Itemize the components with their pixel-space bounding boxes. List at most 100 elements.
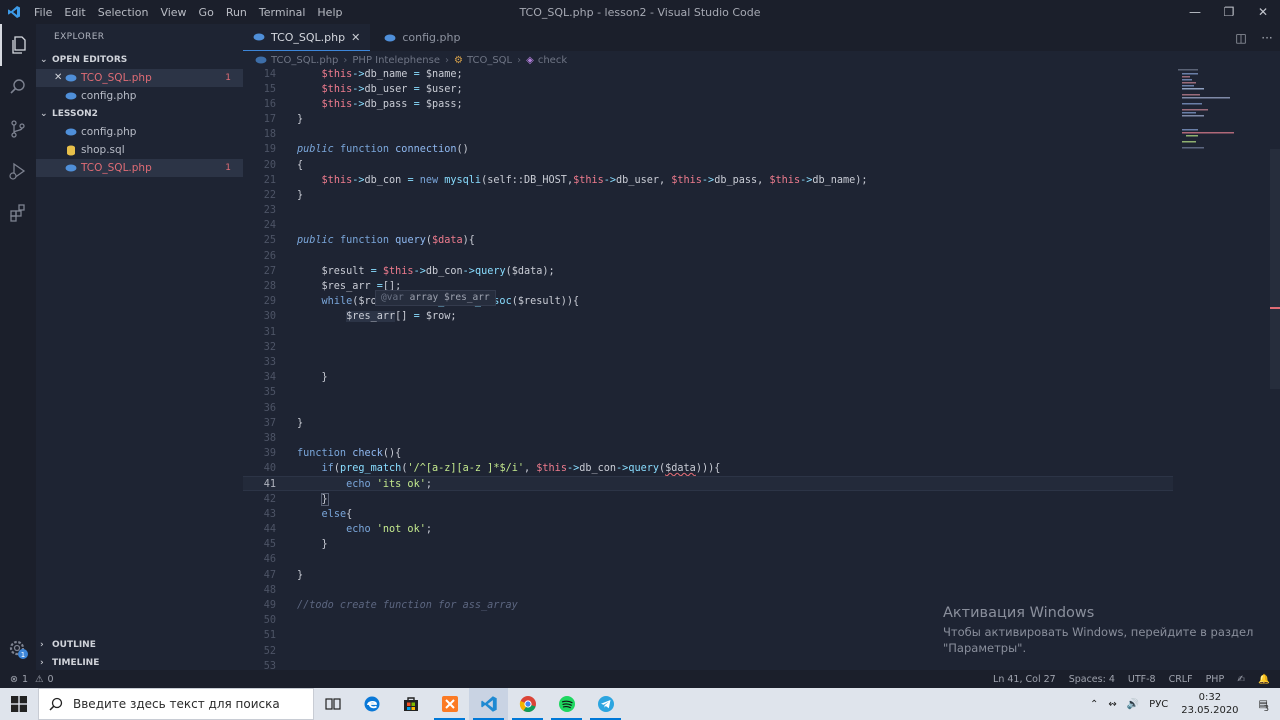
menu-file[interactable]: File	[28, 6, 58, 19]
breadcrumb-separator: ›	[444, 54, 449, 66]
task-view-icon[interactable]	[314, 688, 352, 720]
vertical-scrollbar[interactable]	[1270, 69, 1280, 670]
cursor-position[interactable]: Ln 41, Col 27	[993, 674, 1056, 685]
start-button[interactable]	[0, 688, 38, 720]
more-actions-icon[interactable]: ···	[1254, 31, 1280, 45]
line-number: 35	[263, 387, 276, 398]
minimize-icon[interactable]: —	[1178, 0, 1212, 24]
network-icon[interactable]: ↭	[1103, 699, 1121, 710]
code-text: function check(){	[297, 448, 402, 459]
windows-taskbar: Введите здесь текст для поиска ⌃ ↭ 🔊 РУС…	[0, 688, 1280, 720]
file-item-config[interactable]: config.php	[36, 123, 243, 141]
line-number: 36	[263, 403, 276, 414]
php-icon	[253, 33, 265, 41]
line-number: 24	[263, 220, 276, 231]
open-editors-header[interactable]: ⌄ OPEN EDITORS	[36, 51, 243, 69]
line-number: 41	[263, 479, 276, 490]
notifications-bell-icon[interactable]: 🔔	[1258, 674, 1270, 685]
tab-tco-sql[interactable]: TCO_SQL.php ✕	[243, 24, 371, 51]
minimap[interactable]	[1178, 69, 1272, 670]
breadcrumb-method[interactable]: ◈ check	[526, 55, 567, 66]
outline-header[interactable]: › OUTLINE	[36, 636, 243, 654]
explorer-icon[interactable]	[0, 24, 36, 66]
edge-browser-icon[interactable]	[352, 688, 391, 720]
input-language[interactable]: РУС	[1144, 699, 1173, 710]
menu-bar: File Edit Selection View Go Run Terminal…	[28, 6, 348, 19]
open-editor-item-tco-sql[interactable]: ✕ TCO_SQL.php 1	[36, 69, 243, 87]
code-text: if(preg_match('/^[a-z][a-z ]*$/i', $this…	[321, 463, 721, 474]
xampp-icon[interactable]	[430, 688, 469, 720]
line-number: 16	[263, 99, 276, 110]
settings-gear-icon[interactable]: 1	[0, 628, 36, 670]
vscode-taskbar-icon[interactable]	[469, 688, 508, 720]
search-icon[interactable]	[0, 66, 36, 108]
code-line: 53	[243, 659, 1173, 670]
code-line: 15 $this->db_user = $user;	[243, 82, 1173, 97]
language-mode[interactable]: PHP	[1206, 674, 1225, 685]
scrollbar-thumb[interactable]	[1270, 149, 1280, 389]
line-ending[interactable]: CRLF	[1169, 674, 1193, 685]
code-line: 17}	[243, 112, 1173, 127]
menu-help[interactable]: Help	[311, 6, 348, 19]
indentation[interactable]: Spaces: 4	[1069, 674, 1115, 685]
run-debug-icon[interactable]	[0, 150, 36, 192]
breadcrumb-namespace[interactable]: PHP Intelephense	[352, 55, 440, 66]
menu-view[interactable]: View	[154, 6, 192, 19]
close-editor-icon[interactable]: ✕	[54, 69, 64, 87]
encoding[interactable]: UTF-8	[1128, 674, 1156, 685]
extensions-icon[interactable]	[0, 192, 36, 234]
tab-config[interactable]: config.php	[370, 24, 470, 51]
taskbar-apps	[314, 688, 625, 720]
code-line: 32	[243, 340, 1173, 355]
taskbar-search-box[interactable]: Введите здесь текст для поиска	[38, 688, 314, 720]
breadcrumb-class[interactable]: ⚙ TCO_SQL	[454, 55, 512, 66]
line-number: 27	[263, 266, 276, 277]
code-text: echo 'not ok';	[346, 524, 432, 535]
line-number: 17	[263, 114, 276, 125]
code-line: 38	[243, 431, 1173, 446]
line-number: 37	[263, 418, 276, 429]
code-line: 31	[243, 325, 1173, 340]
close-tab-icon[interactable]: ✕	[351, 31, 360, 44]
error-count-badge: 1	[225, 163, 231, 173]
line-number: 14	[263, 69, 276, 80]
file-label: TCO_SQL.php	[81, 162, 152, 174]
spotify-icon[interactable]	[547, 688, 586, 720]
file-item-tco-sql[interactable]: TCO_SQL.php 1	[36, 159, 243, 177]
show-hidden-icons-icon[interactable]: ⌃	[1085, 699, 1103, 710]
open-editor-item-config[interactable]: config.php	[36, 87, 243, 105]
code-line: 14 $this->db_name = $name;	[243, 69, 1173, 82]
telegram-icon[interactable]	[586, 688, 625, 720]
line-number: 22	[263, 190, 276, 201]
split-editor-icon[interactable]: ◫	[1228, 31, 1254, 45]
line-number: 25	[263, 235, 276, 246]
close-window-icon[interactable]: ✕	[1246, 0, 1280, 24]
source-control-icon[interactable]	[0, 108, 36, 150]
line-number: 32	[263, 342, 276, 353]
volume-icon[interactable]: 🔊	[1122, 699, 1144, 710]
menu-selection[interactable]: Selection	[92, 6, 155, 19]
code-text: }	[297, 539, 328, 550]
menu-terminal[interactable]: Terminal	[253, 6, 312, 19]
maximize-icon[interactable]: ❐	[1212, 0, 1246, 24]
feedback-icon[interactable]: ✍	[1237, 674, 1245, 685]
title-bar: File Edit Selection View Go Run Terminal…	[0, 0, 1280, 24]
breadcrumb-separator: ›	[517, 54, 522, 66]
line-number: 50	[263, 615, 276, 626]
problems-indicator[interactable]: ⊗ 1 ⚠ 0	[10, 674, 54, 685]
menu-run[interactable]: Run	[220, 6, 253, 19]
breadcrumb-file[interactable]: TCO_SQL.php	[255, 55, 338, 66]
system-tray: ⌃ ↭ 🔊 РУС 0:32 23.05.2020 ▤ 3	[1085, 688, 1280, 720]
chrome-icon[interactable]	[508, 688, 547, 720]
code-line: 27 $result = $this->db_con->query($data)…	[243, 264, 1173, 279]
menu-edit[interactable]: Edit	[58, 6, 91, 19]
line-number: 43	[263, 509, 276, 520]
project-folder-header[interactable]: ⌄ LESSON2	[36, 105, 243, 123]
code-editor[interactable]: 14 $this->db_name = $name; 15 $this->db_…	[243, 69, 1280, 670]
action-center-icon[interactable]: ▤ 3	[1247, 699, 1280, 713]
clock[interactable]: 0:32 23.05.2020	[1173, 691, 1246, 717]
menu-go[interactable]: Go	[193, 6, 220, 19]
code-text: }	[297, 190, 304, 201]
file-item-shop-sql[interactable]: shop.sql	[36, 141, 243, 159]
store-icon[interactable]	[391, 688, 430, 720]
